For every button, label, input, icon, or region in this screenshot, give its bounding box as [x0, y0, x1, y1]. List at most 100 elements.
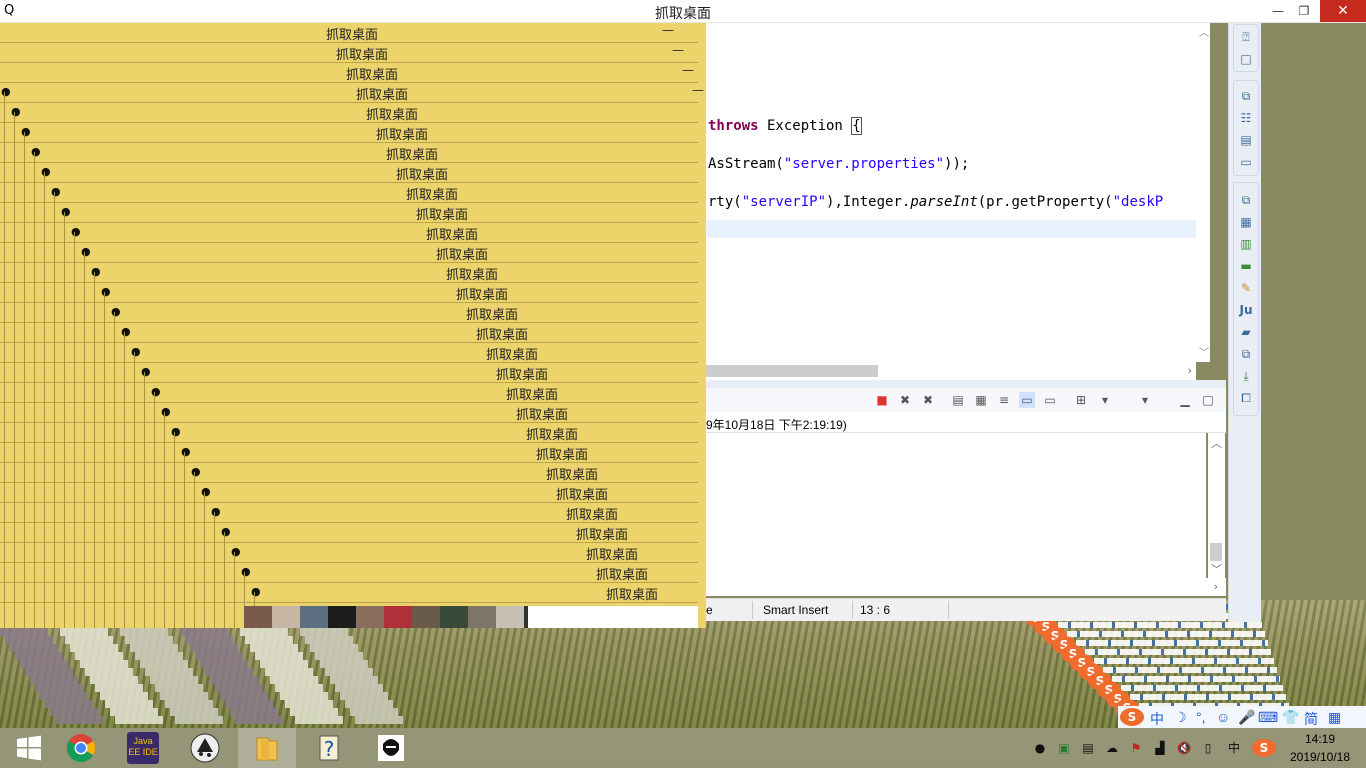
ghost-taskbar-item — [45, 700, 93, 708]
close-button[interactable]: ✕ — [1320, 0, 1366, 22]
restore-icon[interactable]: □ — [1238, 51, 1254, 67]
remove-launch-icon[interactable]: ✖ — [897, 392, 913, 408]
open-console-icon[interactable]: ▾ — [1137, 392, 1153, 408]
terminate-icon[interactable]: ■ — [874, 392, 890, 408]
ime-chinese-mode[interactable]: 中 — [1150, 709, 1164, 729]
scroll-down-icon[interactable]: ﹀ — [1211, 561, 1222, 577]
scroll-up-icon[interactable]: ︿ — [1211, 435, 1222, 451]
outline-icon[interactable]: ☷ — [1238, 110, 1254, 126]
volume-muted-icon[interactable]: 🔇 — [1176, 740, 1192, 756]
penguin-icon: ● — [141, 365, 151, 378]
captured-white-area — [528, 606, 698, 628]
editor-horizontal-scrollbar[interactable]: › — [706, 362, 1196, 380]
show-on-stdout-icon[interactable]: ▭ — [1019, 392, 1035, 408]
problems-icon[interactable]: ▰ — [1238, 324, 1254, 340]
ime-punctuation-icon[interactable]: °, — [1196, 709, 1206, 725]
minimize-icon[interactable]: ▁ — [1177, 392, 1193, 408]
window-titlebar: Q 抓取桌面 — ❐ ✕ — [0, 0, 1366, 23]
restore-icon[interactable]: ⧉ — [1238, 88, 1254, 104]
captured-title: 抓取桌面 — [516, 407, 569, 422]
che-button[interactable] — [362, 728, 420, 768]
ime-emoji-icon[interactable]: ☺ — [1216, 709, 1230, 725]
console-vertical-scrollbar[interactable]: ︿ ﹀ — [1208, 433, 1225, 578]
remove-all-icon[interactable]: ✖ — [920, 392, 936, 408]
captured-title-row: 抓取桌面 ● — [0, 182, 698, 203]
code-line-throws: throws Exception { — [708, 117, 862, 135]
battery-icon[interactable]: ▯ — [1200, 740, 1216, 756]
help-button[interactable]: ? — [300, 728, 358, 768]
scrollbar-thumb[interactable] — [1210, 543, 1222, 561]
word-wrap-icon[interactable]: ≡ — [996, 392, 1012, 408]
nvidia-icon[interactable]: ▣ — [1056, 740, 1072, 756]
display-console-icon[interactable]: ▾ — [1097, 392, 1113, 408]
start-button[interactable] — [0, 728, 58, 768]
captured-title-row: 抓取桌面 ● — [0, 122, 698, 143]
ime-simplified-icon[interactable]: 简 — [1304, 709, 1318, 729]
download-icon[interactable]: ⤓ — [1238, 368, 1254, 384]
code-editor[interactable]: throws Exception { AsStream("server.prop… — [706, 22, 1196, 362]
ime-skin-icon[interactable]: 👕 — [1282, 709, 1299, 726]
file-explorer-button[interactable] — [238, 728, 296, 768]
junit-icon[interactable]: Ju — [1238, 302, 1254, 318]
captured-title-row: 抓取桌面 — — [0, 42, 698, 63]
inkscape-button[interactable] — [176, 728, 234, 768]
console-toolbar: ■ ✖ ✖ ▤ ▦ ≡ ▭ ▭ ⊞ ▾ ▾ ▁ □ — [706, 388, 1226, 412]
minimize-button[interactable]: — — [1264, 0, 1292, 22]
servers-icon[interactable]: ▬ — [1238, 258, 1254, 274]
qq-icon[interactable]: ● — [1032, 740, 1048, 756]
package-explorer-icon[interactable]: ▦ — [1238, 214, 1254, 230]
scrollbar-thumb[interactable] — [706, 365, 878, 377]
scroll-right-icon[interactable]: › — [1214, 580, 1218, 593]
penguin-icon: ● — [251, 585, 261, 598]
maximize-icon[interactable]: □ — [1200, 392, 1216, 408]
ime-halfwidth-icon[interactable]: ☽ — [1174, 709, 1187, 726]
ghost-taskbar-item — [220, 692, 268, 700]
search-icon[interactable]: ⧠ — [1238, 390, 1254, 406]
captured-title: 抓取桌面 — [546, 467, 599, 482]
snippets-icon[interactable]: ✎ — [1238, 280, 1254, 296]
console-icon[interactable]: ▭ — [1238, 154, 1254, 170]
captured-title: 抓取桌面 — [356, 87, 409, 102]
ime-keyboard-icon[interactable]: ⌨ — [1258, 709, 1278, 726]
ghost-taskbar-item — [130, 644, 178, 652]
signal-icon[interactable]: ▟ — [1152, 740, 1168, 756]
captured-border-line — [24, 132, 25, 628]
console-output[interactable] — [706, 433, 1206, 578]
sogou-icon[interactable]: S — [1120, 708, 1144, 726]
network-share-icon[interactable]: ☁ — [1104, 740, 1120, 756]
captured-title: 抓取桌面 — [446, 267, 499, 282]
console-horizontal-scrollbar[interactable]: › — [706, 578, 1226, 596]
javaee-ide-button[interactable]: Java EE IDE — [114, 728, 172, 768]
perspective-trim-bar: ⍰ □ ⧉ ☷ ▤ ▭ ⧉ ▦ ▥ ▬ ✎ Ju ▰ ⧉ ⤓ ⧠ — [1228, 22, 1261, 622]
captured-title: 抓取桌面 — [536, 447, 589, 462]
ghost-taskbar-item — [190, 644, 238, 652]
ghost-taskbar-item — [185, 636, 233, 644]
pin-console-icon[interactable]: ⊞ — [1073, 392, 1089, 408]
editor-vertical-scrollbar[interactable]: ︿ ﹀ — [1196, 22, 1210, 362]
sogou-icon[interactable]: S — [1252, 739, 1276, 757]
show-on-stderr-icon[interactable]: ▭ — [1042, 392, 1058, 408]
maximize-button[interactable]: ❐ — [1290, 0, 1318, 22]
ime-voice-icon[interactable]: 🎤 — [1238, 709, 1255, 726]
tasks-icon[interactable]: ▤ — [1238, 132, 1254, 148]
clock[interactable]: 14:19 2019/10/18 — [1280, 730, 1360, 766]
view-separator[interactable] — [706, 380, 1226, 388]
captured-title: 抓取桌面 — [466, 307, 519, 322]
help-icon[interactable]: ⍰ — [1238, 29, 1254, 45]
scroll-up-icon[interactable]: ︿ — [1199, 24, 1209, 39]
ime-toolbox-icon[interactable]: ▦ — [1328, 709, 1341, 726]
copy-icon[interactable]: ▤ — [950, 392, 966, 408]
properties-icon[interactable]: ⧉ — [1238, 346, 1254, 362]
scroll-right-icon[interactable]: › — [1188, 362, 1192, 380]
action-center-icon[interactable]: ⚑ — [1128, 740, 1144, 756]
device-icon[interactable]: ▤ — [1080, 740, 1096, 756]
captured-title-row: 抓取桌面 ● — [0, 242, 698, 263]
input-language[interactable]: 中 — [1226, 740, 1242, 756]
scroll-lock-icon[interactable]: ▦ — [973, 392, 989, 408]
chrome-button[interactable] — [52, 728, 110, 768]
navigator-icon[interactable]: ▥ — [1238, 236, 1254, 252]
svg-text:?: ? — [324, 737, 335, 761]
scroll-down-icon[interactable]: ﹀ — [1199, 344, 1209, 359]
restore-icon[interactable]: ⧉ — [1238, 192, 1254, 208]
captured-border-line — [134, 352, 135, 628]
